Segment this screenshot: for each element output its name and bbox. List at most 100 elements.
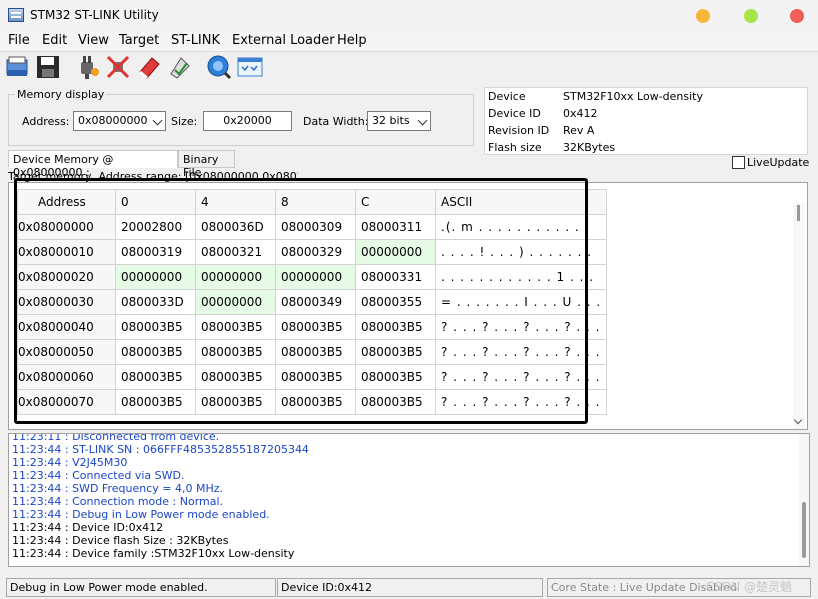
data-width-dropdown[interactable]: 32 bits [367, 111, 431, 131]
table-row[interactable]: 0x08000020 00000000 00000000 00000000 08… [17, 264, 608, 290]
data-cell[interactable]: 08000331 [355, 264, 436, 290]
data-cell[interactable]: 080003B5 [355, 339, 436, 365]
log-vertical-scrollbar[interactable] [799, 434, 809, 566]
data-cell[interactable]: 080003B5 [195, 364, 276, 390]
table-row[interactable]: 0x08000010 08000319 08000321 08000329 00… [17, 239, 608, 265]
close-button[interactable] [790, 9, 804, 23]
ascii-cell[interactable]: .(. m . . . . . . . . . . . [434, 214, 608, 240]
horizontal-scrollbar[interactable] [219, 422, 279, 424]
column-header-8[interactable]: 8 [275, 189, 356, 215]
data-cell[interactable]: 08000321 [195, 239, 276, 265]
open-file-icon[interactable] [5, 54, 31, 80]
column-header-c[interactable]: C [355, 189, 436, 215]
maximize-button[interactable] [744, 9, 758, 23]
data-cell[interactable]: 080003B5 [355, 314, 436, 340]
data-cell[interactable]: 080003B5 [195, 389, 276, 415]
address-dropdown[interactable]: 0x08000000 [73, 111, 166, 131]
data-cell[interactable]: 08000311 [355, 214, 436, 240]
address-cell[interactable]: 0x08000050 [17, 339, 116, 365]
disconnect-icon[interactable] [105, 54, 131, 80]
ascii-cell[interactable]: = . . . . . . . I . . . U . . . [434, 289, 608, 315]
menu-help[interactable]: Help [337, 33, 367, 48]
ascii-cell[interactable]: ? . . . ? . . . ? . . . ? . . . [434, 389, 608, 415]
address-label: Address: [22, 115, 70, 128]
checkbox-box[interactable] [732, 156, 745, 169]
data-cell[interactable]: 00000000 [195, 264, 276, 290]
menu-edit[interactable]: Edit [42, 33, 67, 48]
save-icon[interactable] [35, 54, 61, 80]
menu-file[interactable]: File [8, 33, 30, 48]
table-row[interactable]: 0x08000050 080003B5 080003B5 080003B5 08… [17, 339, 608, 365]
log-line: 11:23:44 : Connection mode : Normal. [12, 495, 224, 508]
tab-binary-file[interactable]: Binary File [178, 150, 235, 179]
column-header-address[interactable]: Address [17, 189, 116, 215]
address-cell[interactable]: 0x08000030 [17, 289, 116, 315]
table-row[interactable]: 0x08000000 20002800 0800036D 08000309 08… [17, 214, 608, 240]
data-cell[interactable]: 080003B5 [195, 314, 276, 340]
program-verify-icon[interactable] [167, 54, 193, 80]
device-info-key: Flash size [488, 141, 542, 154]
data-cell[interactable]: 080003B5 [115, 364, 196, 390]
data-cell[interactable]: 08000355 [355, 289, 436, 315]
column-header-4[interactable]: 4 [195, 189, 276, 215]
data-cell[interactable]: 080003B5 [355, 389, 436, 415]
data-cell[interactable]: 20002800 [115, 214, 196, 240]
address-cell[interactable]: 0x08000040 [17, 314, 116, 340]
menu-st-link[interactable]: ST-LINK [171, 33, 220, 48]
data-cell[interactable]: 080003B5 [275, 314, 356, 340]
log-line: 11:23:44 : Device ID:0x412 [12, 521, 164, 534]
address-cell[interactable]: 0x08000020 [17, 264, 116, 290]
data-width-value: 32 bits [372, 114, 410, 127]
ascii-cell[interactable]: ? . . . ? . . . ? . . . ? . . . [434, 339, 608, 365]
data-cell[interactable]: 080003B5 [195, 339, 276, 365]
menu-view[interactable]: View [78, 33, 109, 48]
data-cell[interactable]: 080003B5 [275, 364, 356, 390]
watermark: CSDN @楚灵魈 [706, 580, 793, 594]
data-cell[interactable]: 08000319 [115, 239, 196, 265]
data-cell[interactable]: 080003B5 [355, 364, 436, 390]
data-cell[interactable]: 0800033D [115, 289, 196, 315]
data-cell[interactable]: 00000000 [115, 264, 196, 290]
data-cell[interactable]: 08000309 [275, 214, 356, 240]
table-row[interactable]: 0x08000060 080003B5 080003B5 080003B5 08… [17, 364, 608, 390]
data-cell[interactable]: 080003B5 [275, 389, 356, 415]
data-cell[interactable]: 0800036D [195, 214, 276, 240]
data-cell[interactable]: 080003B5 [115, 389, 196, 415]
status-middle: Device ID:0x412 [277, 578, 543, 597]
table-row[interactable]: 0x08000070 080003B5 080003B5 080003B5 08… [17, 389, 608, 415]
address-cell[interactable]: 0x08000060 [17, 364, 116, 390]
data-cell[interactable]: 080003B5 [115, 339, 196, 365]
chevron-down-icon[interactable] [793, 415, 803, 425]
table-row[interactable]: 0x08000030 0800033D 00000000 08000349 08… [17, 289, 608, 315]
column-header-ascii[interactable]: ASCII [434, 189, 608, 215]
table-row[interactable]: 0x08000040 080003B5 080003B5 080003B5 08… [17, 314, 608, 340]
address-cell[interactable]: 0x08000010 [17, 239, 116, 265]
data-cell[interactable]: 00000000 [195, 289, 276, 315]
memory-vertical-scrollbar[interactable] [793, 203, 805, 429]
search-target-icon[interactable] [206, 54, 232, 80]
ascii-cell[interactable]: . . . . . . . . . . . . 1 . . . [434, 264, 608, 290]
ascii-cell[interactable]: ? . . . ? . . . ? . . . ? . . . [434, 314, 608, 340]
size-input[interactable]: 0x20000 [203, 111, 292, 131]
erase-icon[interactable] [136, 54, 162, 80]
address-cell[interactable]: 0x08000000 [17, 214, 116, 240]
menu-target[interactable]: Target [119, 33, 159, 48]
scrollbar-thumb[interactable] [797, 205, 800, 221]
console-icon[interactable] [237, 54, 263, 80]
tab-device-memory[interactable]: Device Memory @ 0x08000000 : [8, 150, 178, 179]
menu-external-loader[interactable]: External Loader [232, 33, 335, 48]
address-cell[interactable]: 0x08000070 [17, 389, 116, 415]
data-cell[interactable]: 080003B5 [115, 314, 196, 340]
data-cell[interactable]: 00000000 [275, 264, 356, 290]
ascii-cell[interactable]: . . . . ! . . . ) . . . . . . . [434, 239, 608, 265]
column-header-0[interactable]: 0 [115, 189, 196, 215]
toolbar [0, 52, 818, 84]
data-cell[interactable]: 080003B5 [275, 339, 356, 365]
data-cell[interactable]: 00000000 [355, 239, 436, 265]
data-cell[interactable]: 08000329 [275, 239, 356, 265]
ascii-cell[interactable]: ? . . . ? . . . ? . . . ? . . . [434, 364, 608, 390]
minimize-button[interactable] [696, 9, 710, 23]
scrollbar-thumb[interactable] [802, 502, 806, 558]
data-cell[interactable]: 08000349 [275, 289, 356, 315]
connect-icon[interactable] [75, 54, 101, 80]
